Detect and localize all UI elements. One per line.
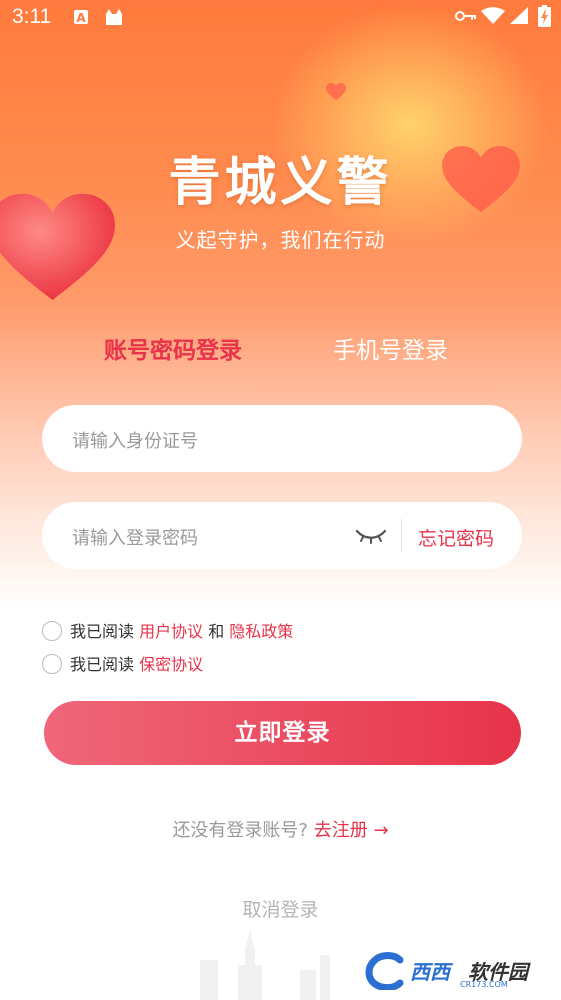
arrow-right-icon[interactable]: → — [373, 820, 388, 841]
watermark-site: CR173.COM — [460, 980, 508, 989]
tab-account-password-login[interactable]: 账号密码登录 — [104, 331, 242, 365]
register-prompt: 还没有登录账号? — [172, 820, 308, 841]
watermark-logo: 西西 软件园 CR173.COM — [360, 950, 550, 992]
user-agreement-link[interactable]: 用户协议 — [139, 622, 203, 641]
status-bar: 3:11 A — [0, 0, 561, 34]
cat-notification-icon — [106, 9, 122, 25]
agreement-terms-middle: 和 — [203, 622, 230, 641]
agreement-row-terms: 我已阅读 用户协议 和 隐私政策 — [42, 618, 293, 642]
field-divider — [401, 519, 402, 552]
signal-icon — [510, 7, 528, 24]
watermark-c-icon — [365, 952, 404, 990]
agreement-terms-prefix: 我已阅读 — [70, 622, 140, 641]
password-placeholder: 请输入登录密码 — [72, 528, 198, 549]
confidentiality-agreement-link[interactable]: 保密协议 — [139, 655, 203, 674]
cancel-login-button[interactable]: 取消登录 — [0, 895, 561, 922]
heart-small-decoration — [326, 83, 346, 100]
battery-icon — [538, 5, 551, 27]
agreement-confidentiality-radio[interactable] — [42, 654, 62, 674]
status-time: 3:11 — [12, 5, 52, 28]
wifi-icon — [481, 7, 505, 24]
password-visibility-toggle-icon[interactable] — [355, 526, 387, 544]
app-logo-title: 青城义警 — [168, 153, 393, 213]
watermark-brand-blue: 西西 — [410, 960, 450, 984]
a-notification-icon: A — [74, 10, 88, 25]
agreement-confidentiality-prefix: 我已阅读 — [70, 655, 140, 674]
password-field[interactable]: 请输入登录密码 忘记密码 — [42, 502, 522, 569]
tab-phone-login[interactable]: 手机号登录 — [333, 331, 448, 365]
agreement-row-confidentiality: 我已阅读 保密协议 — [42, 651, 203, 675]
register-link[interactable]: 去注册 — [314, 820, 368, 841]
register-row: 还没有登录账号? 去注册 → — [0, 816, 561, 842]
id-number-field[interactable]: 请输入身份证号 — [42, 405, 522, 472]
id-number-placeholder: 请输入身份证号 — [72, 431, 198, 452]
privacy-policy-link[interactable]: 隐私政策 — [229, 622, 293, 641]
key-icon — [455, 11, 476, 21]
forgot-password-link[interactable]: 忘记密码 — [418, 524, 494, 551]
login-button[interactable]: 立即登录 — [44, 701, 521, 765]
app-slogan: 义起守护，我们在行动 — [175, 228, 386, 252]
agreement-terms-radio[interactable] — [42, 621, 62, 641]
svg-text:A: A — [76, 11, 86, 25]
